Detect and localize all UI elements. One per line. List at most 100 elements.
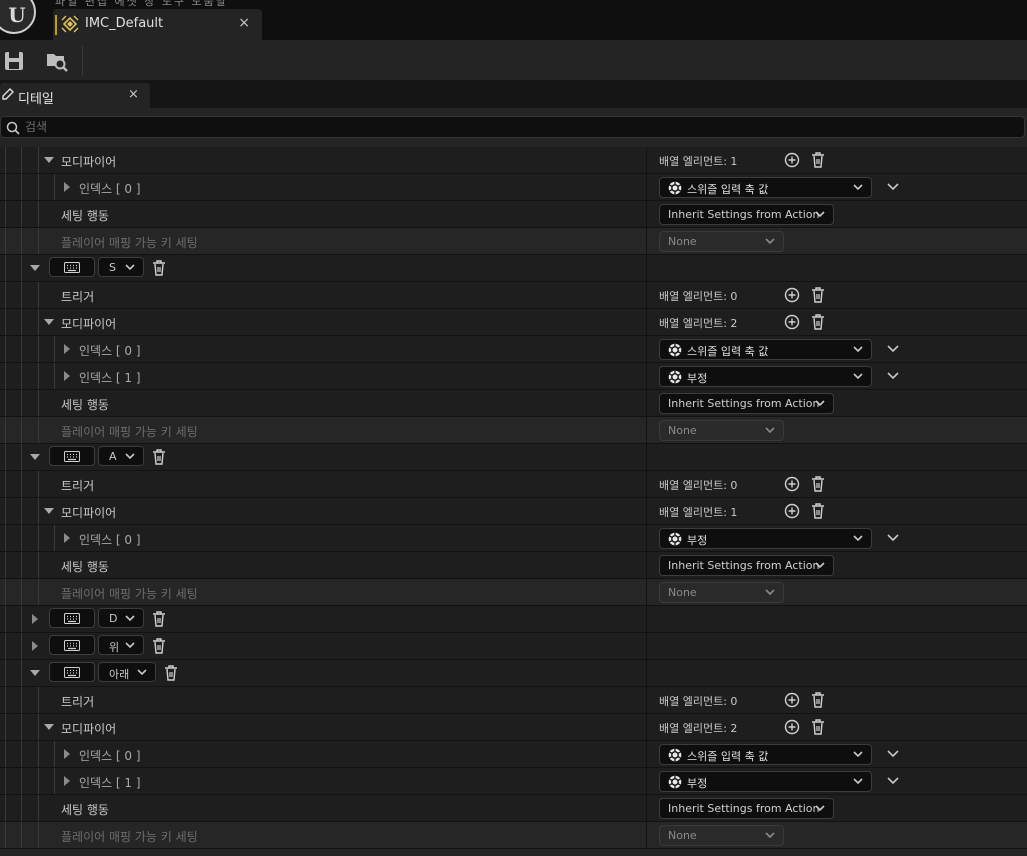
modifier-class-dropdown[interactable]: 스위즐 입력 축 값	[659, 177, 872, 198]
asset-tab-close-icon[interactable]: ×	[238, 15, 250, 31]
setting-behavior-dropdown[interactable]: Inherit Settings from Action	[659, 393, 834, 414]
modifier-class-value: 스위즐 입력 축 값	[687, 183, 769, 196]
property-name-cell: 세팅 행동	[0, 201, 647, 227]
expand-arrow[interactable]	[64, 776, 70, 786]
details-tab-close-icon[interactable]: ×	[128, 87, 139, 102]
add-circle-icon[interactable]	[784, 719, 800, 735]
property-value-cell: 배열 엘리먼트: 0	[647, 687, 1027, 713]
key-selector-button[interactable]	[49, 635, 95, 655]
expand-arrow[interactable]	[64, 533, 70, 543]
tree-guide-line	[21, 687, 22, 713]
property-label: 트리거	[61, 695, 95, 709]
property-value-cell: Inherit Settings from Action	[647, 552, 1027, 578]
key-dropdown[interactable]: D	[98, 608, 144, 628]
modifier-class-dropdown[interactable]: 부정	[659, 771, 872, 792]
key-value: S	[109, 261, 116, 274]
array-element-count: 배열 엘리먼트: 0	[659, 695, 738, 708]
key-dropdown[interactable]: A	[98, 446, 144, 466]
player-mappable-key-dropdown[interactable]: None	[659, 582, 784, 603]
unreal-logo-icon[interactable]: U	[0, 0, 36, 34]
trash-icon[interactable]	[152, 449, 166, 465]
trash-icon[interactable]	[811, 503, 825, 519]
tree-guide-line	[21, 363, 22, 389]
expand-details-chevron-icon[interactable]	[887, 775, 899, 787]
tree-guide-line	[38, 147, 39, 173]
trash-icon[interactable]	[811, 476, 825, 492]
collapse-arrow[interactable]	[44, 724, 54, 730]
tree-guide-line	[38, 228, 39, 254]
setting-behavior-dropdown[interactable]: Inherit Settings from Action	[659, 798, 834, 819]
key-dropdown[interactable]: S	[98, 257, 144, 277]
property-label: 인덱스 [ 0 ]	[79, 533, 141, 547]
property-name-cell: A	[0, 444, 647, 470]
player-mappable-key-dropdown[interactable]: None	[659, 420, 784, 441]
expand-arrow[interactable]	[64, 371, 70, 381]
collapse-arrow[interactable]	[44, 508, 54, 514]
player-mappable-key-value: None	[668, 424, 697, 437]
tree-guide-line	[21, 525, 22, 551]
add-circle-icon[interactable]	[784, 692, 800, 708]
trash-icon[interactable]	[152, 638, 166, 654]
property-name-cell: 모디파이어	[0, 309, 647, 335]
tree-guide-line	[5, 417, 6, 443]
player-mappable-key-dropdown[interactable]: None	[659, 231, 784, 252]
trash-icon[interactable]	[152, 611, 166, 627]
key-selector-button[interactable]	[49, 257, 95, 277]
collapse-arrow[interactable]	[30, 454, 40, 460]
property-value-cell: None	[647, 822, 1027, 848]
expand-arrow[interactable]	[64, 749, 70, 759]
browse-asset-icon[interactable]	[44, 49, 70, 73]
property-value-cell: 배열 엘리먼트: 1	[647, 147, 1027, 173]
add-circle-icon[interactable]	[784, 314, 800, 330]
pencil-icon	[2, 88, 14, 100]
property-label: 트리거	[61, 290, 95, 304]
player-mappable-key-dropdown[interactable]: None	[659, 825, 784, 846]
expand-arrow[interactable]	[64, 182, 70, 192]
expand-arrow[interactable]	[32, 614, 38, 624]
expand-details-chevron-icon[interactable]	[887, 748, 899, 760]
expand-details-chevron-icon[interactable]	[887, 532, 899, 544]
expand-arrow[interactable]	[64, 344, 70, 354]
modifier-class-dropdown[interactable]: 부정	[659, 528, 872, 549]
trash-icon[interactable]	[152, 260, 166, 276]
expand-details-chevron-icon[interactable]	[887, 343, 899, 355]
tree-guide-line	[21, 660, 22, 686]
trash-icon[interactable]	[811, 152, 825, 168]
setting-behavior-value: Inherit Settings from Action	[668, 397, 820, 410]
collapse-arrow[interactable]	[44, 157, 54, 163]
trash-icon[interactable]	[811, 692, 825, 708]
tree-guide-line	[21, 444, 22, 470]
collapse-arrow[interactable]	[30, 670, 40, 676]
setting-behavior-dropdown[interactable]: Inherit Settings from Action	[659, 204, 834, 225]
modifier-class-dropdown[interactable]: 스위즐 입력 축 값	[659, 339, 872, 360]
expand-details-chevron-icon[interactable]	[887, 181, 899, 193]
add-circle-icon[interactable]	[784, 503, 800, 519]
chevron-down-icon	[765, 832, 775, 839]
add-circle-icon[interactable]	[784, 476, 800, 492]
expand-details-chevron-icon[interactable]	[887, 370, 899, 382]
expand-arrow[interactable]	[32, 641, 38, 651]
details-search	[0, 116, 1025, 138]
tab-details[interactable]: 디테일 ×	[0, 83, 150, 108]
trash-icon[interactable]	[811, 287, 825, 303]
key-dropdown[interactable]: 아래	[98, 662, 156, 682]
tree-guide-line	[5, 660, 6, 686]
key-dropdown[interactable]: 위	[98, 635, 144, 655]
asset-tab-imc-default[interactable]: IMC_Default ×	[53, 9, 262, 40]
key-selector-button[interactable]	[49, 446, 95, 466]
search-input[interactable]	[25, 118, 1005, 136]
tree-guide-line	[21, 255, 22, 281]
modifier-class-dropdown[interactable]: 부정	[659, 366, 872, 387]
trash-icon[interactable]	[811, 719, 825, 735]
save-icon[interactable]	[2, 49, 28, 73]
setting-behavior-dropdown[interactable]: Inherit Settings from Action	[659, 555, 834, 576]
add-circle-icon[interactable]	[784, 287, 800, 303]
modifier-class-dropdown[interactable]: 스위즐 입력 축 값	[659, 744, 872, 765]
add-circle-icon[interactable]	[784, 152, 800, 168]
key-selector-button[interactable]	[49, 608, 95, 628]
key-selector-button[interactable]	[49, 662, 95, 682]
trash-icon[interactable]	[811, 314, 825, 330]
trash-icon[interactable]	[164, 665, 178, 681]
collapse-arrow[interactable]	[30, 265, 40, 271]
collapse-arrow[interactable]	[44, 319, 54, 325]
